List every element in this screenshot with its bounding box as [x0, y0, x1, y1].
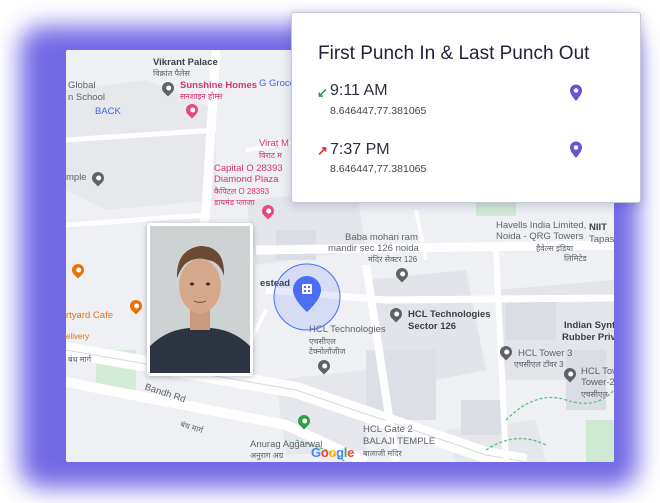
current-location-marker[interactable] — [272, 262, 342, 332]
map-label-bandh-marg-hi: बंध मार्ग — [68, 355, 92, 364]
map-label-balaji-hi: बालाजी मंदिर — [363, 449, 402, 458]
map-label-hcl-tower: HCL Tow — [581, 366, 614, 377]
punch-out-arrow-icon: ↗ — [317, 143, 328, 158]
map-label-tapas: Tapas — [589, 234, 614, 245]
punch-in-location-pin-icon[interactable] — [568, 84, 584, 102]
map-label-diamond-plaza-hi: डायमंड प्लाजा — [214, 198, 255, 207]
punch-out-coordinates: 8.646447,77.381065 — [330, 163, 427, 175]
map-label-sunshine-homes-hi: सनशाइन होम्स — [180, 92, 223, 101]
card-title: First Punch In & Last Punch Out — [318, 43, 590, 64]
map-label-hcl-gate: HCL Gate 2 — [363, 424, 413, 435]
map-label-mple: mple — [66, 172, 87, 183]
map-label-havells-2: Noida - QRG Towers — [496, 231, 584, 242]
map-label-hcl-tower-3-hi: एचसीएल टॉवर 3 — [514, 360, 564, 369]
map-label-global-school: n School — [68, 92, 105, 103]
map-label-hcl-tower-2: Tower-2 — [581, 377, 614, 388]
punch-in-coordinates: 8.646447,77.381065 — [330, 105, 427, 117]
map-label-hcl-tower-hi: एचसीएल — [581, 390, 608, 399]
map-label-capital-o: Capital O 28393 — [214, 163, 283, 174]
map-label-hcl-sector: HCL Technologies — [408, 309, 491, 320]
punch-out-location-pin-icon[interactable] — [568, 141, 584, 159]
map-label-vikrant-palace-hi: विक्रांत पैलेस — [153, 69, 190, 78]
map-label-havells-hi-2: लिमिटेड — [564, 254, 587, 263]
map-label-indian-synth: Indian Synth — [564, 320, 614, 331]
map-label-g-groce: G Groce — [259, 78, 295, 89]
map-label-hcl-sector-2: Sector 126 — [408, 321, 457, 332]
map-label-mandir-hi: मंदिर सेक्टर 126 — [368, 255, 418, 264]
punch-info-card: First Punch In & Last Punch Out ↙ 9:11 A… — [291, 12, 641, 203]
map-label-mandir: mandir sec 126 noida — [328, 243, 419, 254]
map-label-anurag-hi: अनुराग अग्र — [250, 451, 284, 460]
map-label-niit: NIIT — [589, 222, 607, 233]
map-label-sunshine-homes: Sunshine Homes — [180, 80, 258, 91]
map-label-delivery: elivery — [66, 332, 90, 341]
map-label-hcl-technologies-hi-2: टेक्नोलॉजीज — [309, 347, 346, 356]
map-label-virat-m-hi: विराट म — [259, 151, 282, 160]
map-label-rtyard-cafe: rtyard Cafe — [66, 310, 113, 321]
punch-in-time: 9:11 AM — [330, 82, 388, 99]
map-label-havells: Havells India Limited, — [496, 220, 587, 231]
map-label-hcl-tower-3: HCL Tower 3 — [518, 348, 573, 359]
map-label-virat-m: Virat M — [259, 138, 289, 149]
map-label-diamond-plaza: Diamond Plaza — [214, 174, 279, 185]
map-label-global: Global — [68, 80, 96, 91]
map-label-capital-o-hi: कैपिटल O 28393 — [214, 187, 270, 196]
punch-in-arrow-icon: ↙ — [317, 85, 328, 100]
employee-photo — [150, 226, 250, 373]
employee-photo-card — [147, 223, 253, 376]
google-logo: Google — [311, 445, 355, 460]
punch-out-time: 7:37 PM — [330, 141, 390, 158]
map-label-baba-mohan: Baba mohan ram — [345, 232, 418, 243]
map-label-balaji: BALAJI TEMPLE — [363, 436, 436, 447]
map-label-rubber: Rubber Private Lim — [562, 332, 614, 343]
map-label-vikrant-palace: Vikrant Palace — [153, 57, 218, 68]
map-label-back: BACK — [95, 106, 121, 117]
